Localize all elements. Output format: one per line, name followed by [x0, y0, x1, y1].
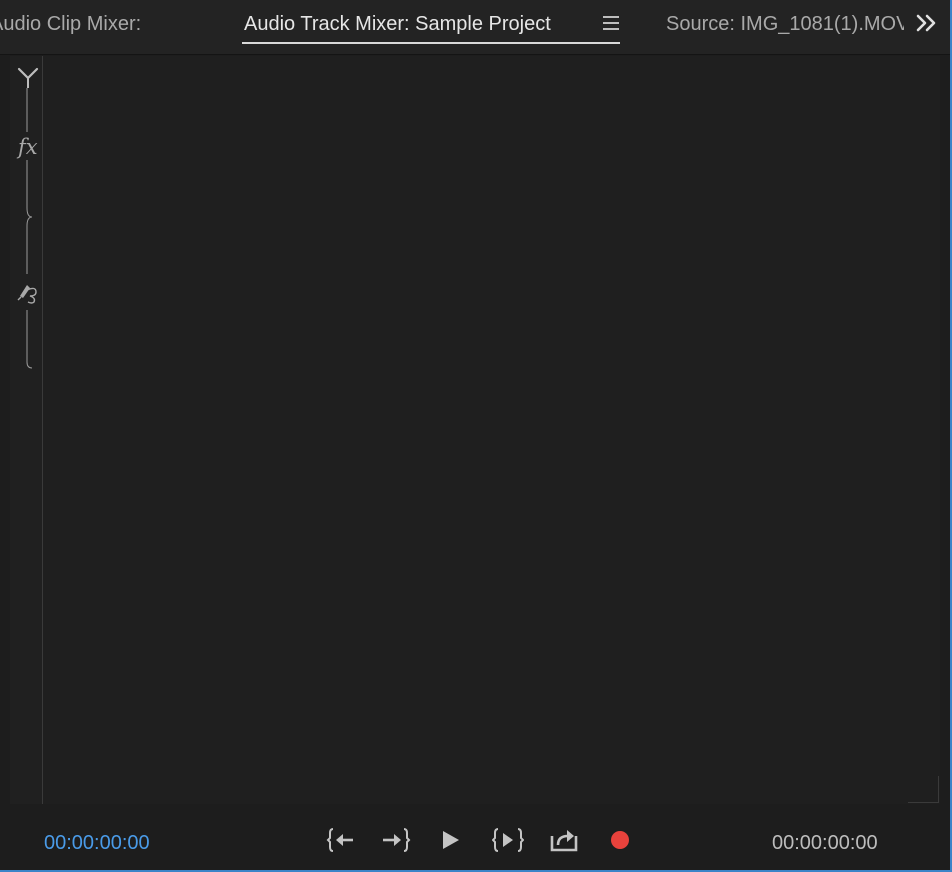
effects-sends-strip-graphic: fx	[16, 67, 39, 369]
play-in-to-out-icon[interactable]	[492, 825, 524, 855]
audio-track-mixer-panel: Audio Clip Mixer: Audio Track Mixer: Sam…	[0, 0, 952, 872]
tab-audio-track-mixer[interactable]: Audio Track Mixer: Sample Project	[244, 10, 584, 38]
panel-menu-icon[interactable]	[603, 15, 620, 31]
duration-timecode: 00:00:00:00	[772, 832, 878, 854]
record-icon[interactable]	[605, 825, 635, 855]
mixer-resize-corner	[908, 776, 939, 803]
send-icon[interactable]	[17, 285, 37, 304]
mixer-content-area: fx	[10, 56, 940, 804]
collapse-arrow-icon[interactable]	[17, 67, 39, 88]
active-tab-indicator	[242, 42, 620, 44]
go-to-in-icon[interactable]	[326, 825, 356, 855]
panel-tab-bar: Audio Clip Mixer: Audio Track Mixer: Sam…	[0, 0, 950, 55]
fx-icon[interactable]: fx	[16, 135, 38, 159]
tab-overflow-chevron-icon[interactable]	[914, 11, 940, 37]
tab-audio-clip-mixer[interactable]: Audio Clip Mixer:	[0, 10, 160, 38]
loop-icon[interactable]	[549, 825, 579, 855]
current-timecode[interactable]: 00:00:00:00	[44, 830, 150, 856]
play-icon[interactable]	[436, 825, 466, 855]
svg-text:fx: fx	[16, 135, 38, 159]
go-to-out-icon[interactable]	[381, 825, 411, 855]
tab-source-monitor[interactable]: Source: IMG_1081(1).MOV	[666, 10, 904, 38]
effects-sends-strip: fx	[10, 56, 43, 804]
